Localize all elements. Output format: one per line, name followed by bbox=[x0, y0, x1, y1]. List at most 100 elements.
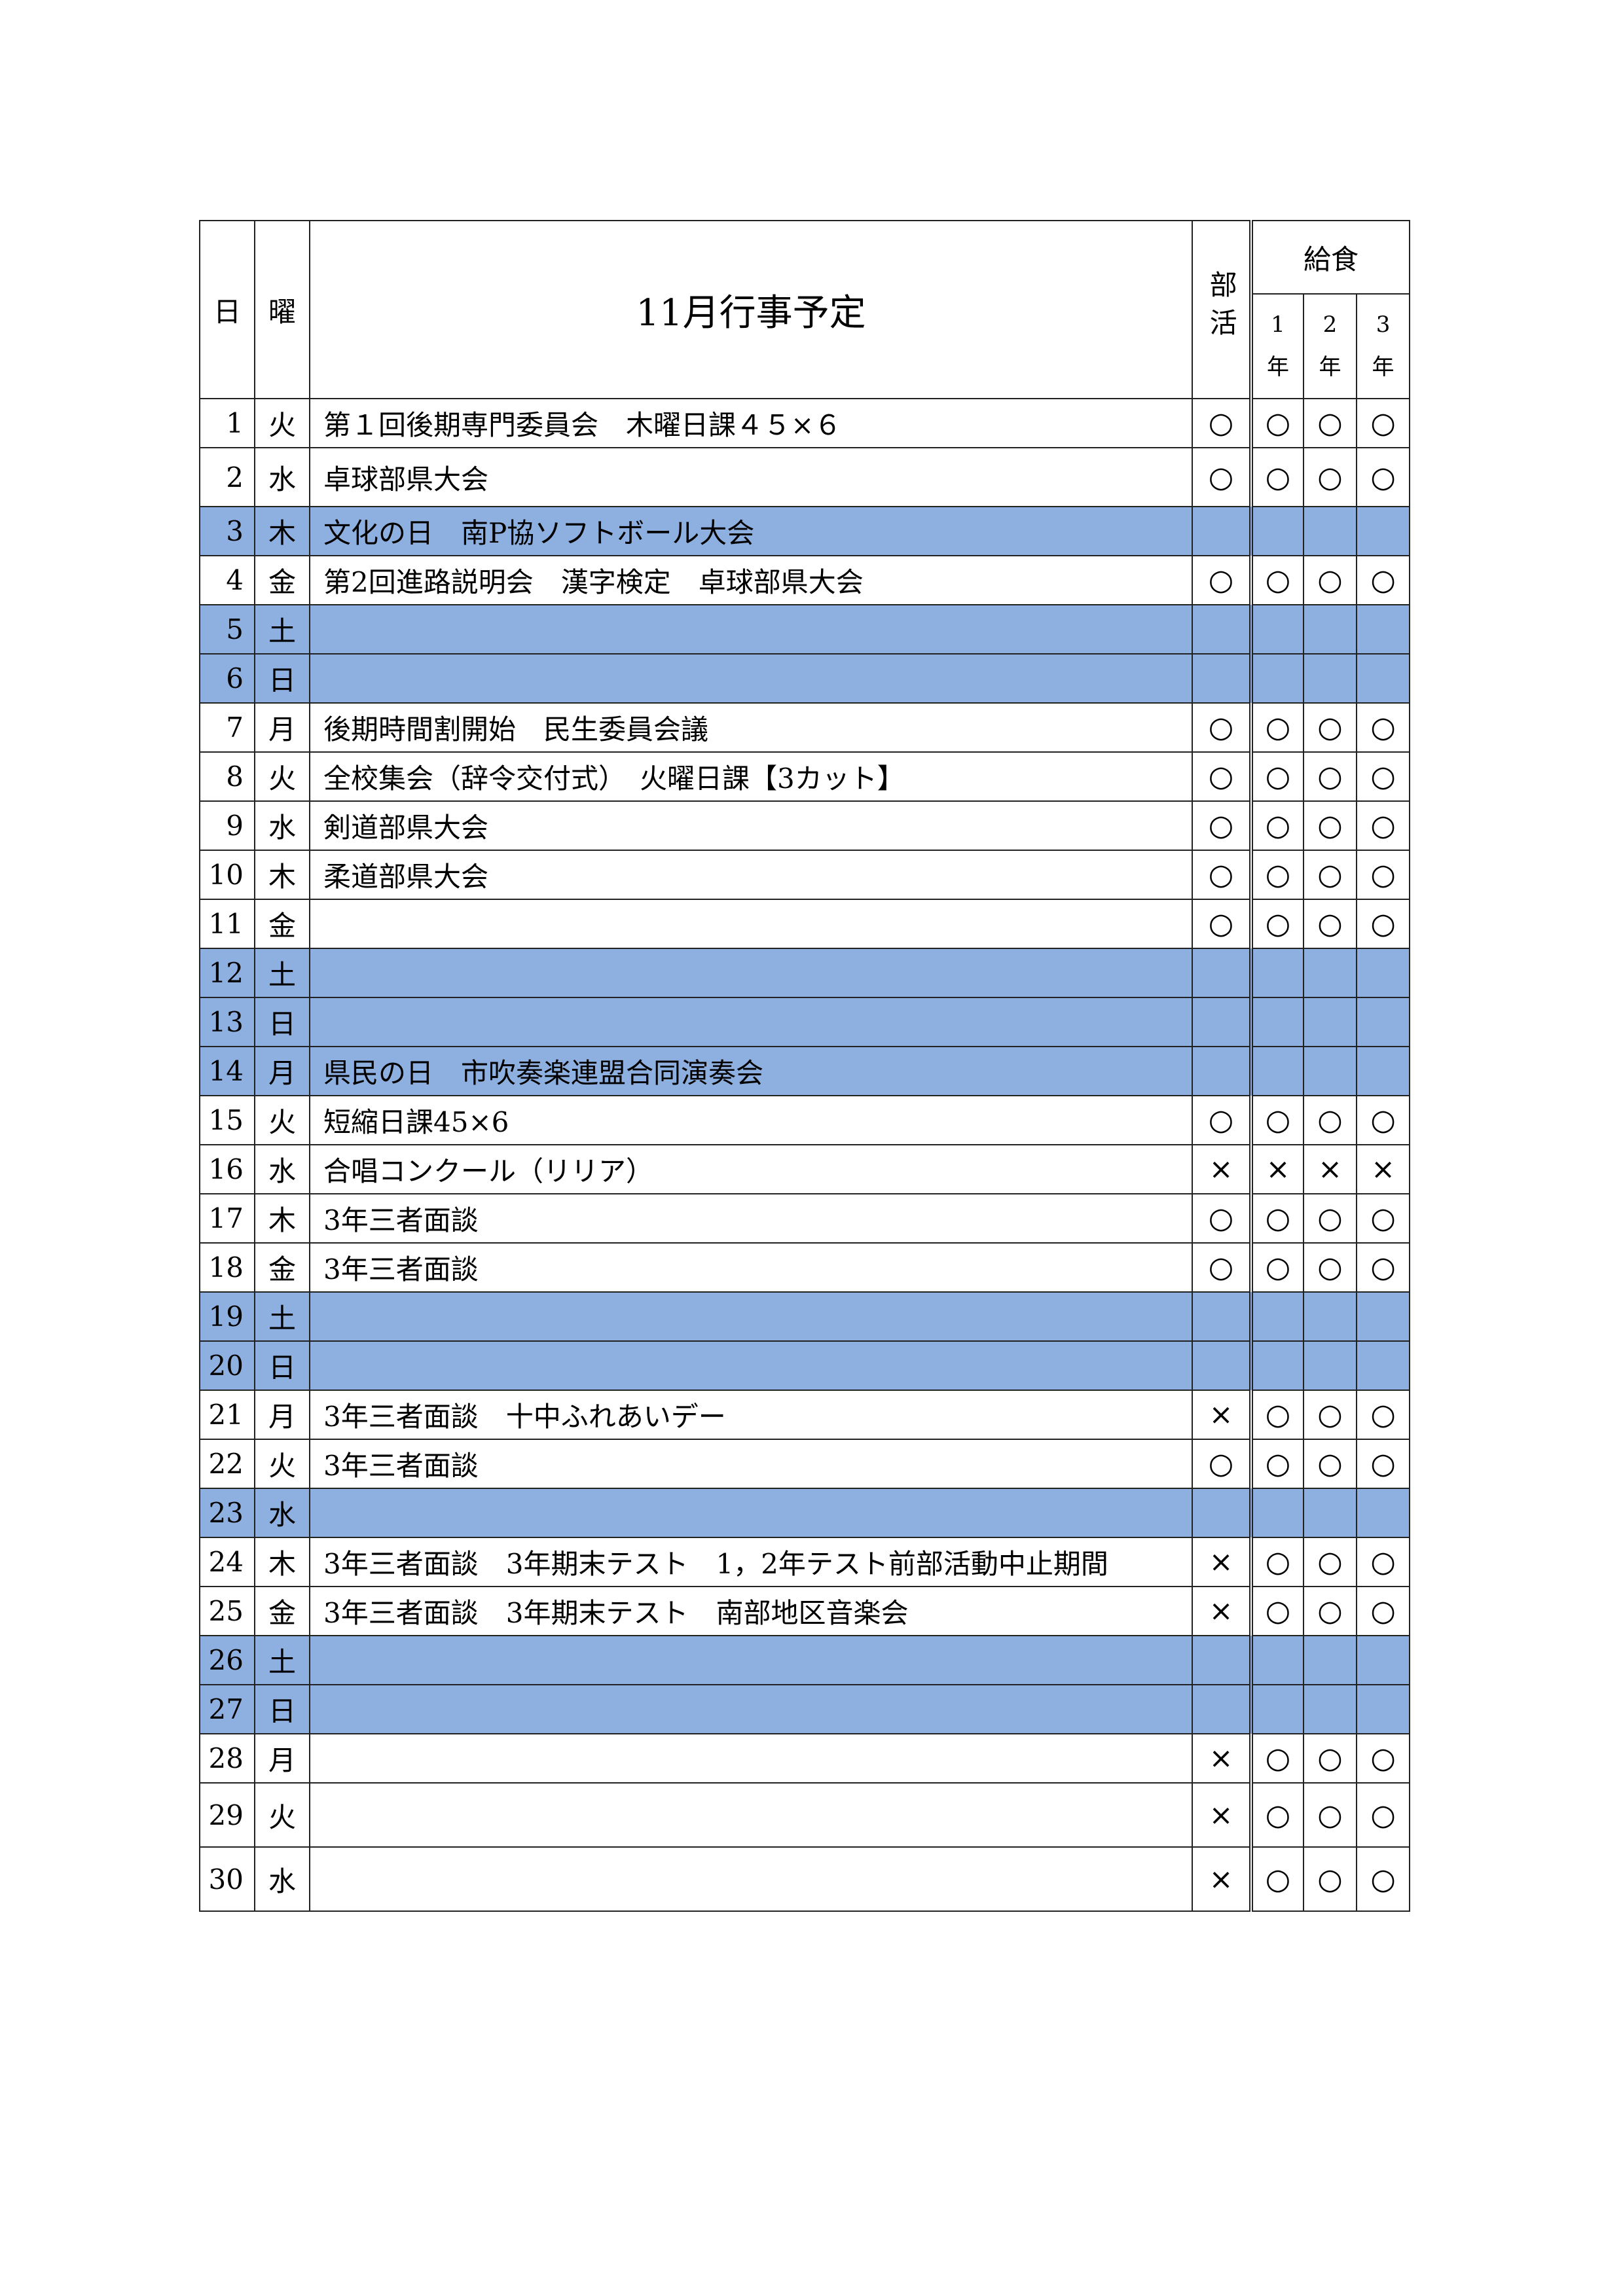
page-title: 11月行事予定 bbox=[309, 220, 1193, 399]
status-mark: ○ bbox=[1265, 1594, 1291, 1628]
lunch-grade-2-cell: ○ bbox=[1303, 1390, 1357, 1440]
lunch-grade-2-cell: ○ bbox=[1303, 1733, 1357, 1784]
club-activity-cell bbox=[1192, 948, 1253, 998]
event-cell bbox=[309, 1782, 1193, 1848]
status-mark: ○ bbox=[1317, 858, 1343, 891]
status-mark: ○ bbox=[1265, 711, 1291, 744]
lunch-grade-2-cell: ○ bbox=[1303, 1095, 1357, 1145]
status-mark: × bbox=[1209, 1742, 1233, 1775]
event-cell: 短縮日課45×6 bbox=[309, 1095, 1193, 1145]
table-row: 22 火 3年三者面談 ○ ○ ○ ○ bbox=[199, 1439, 1411, 1489]
lunch-grade-2-cell: ○ bbox=[1303, 398, 1357, 448]
lunch-grade-1-cell: ○ bbox=[1250, 1095, 1304, 1145]
day-cell: 8 bbox=[199, 751, 255, 802]
table-row: 14 月県民の日 市吹奏楽連盟合同演奏会 bbox=[199, 1046, 1411, 1096]
lunch-grade-2-cell bbox=[1303, 1635, 1357, 1685]
weekday-cell: 木 bbox=[254, 1193, 310, 1244]
status-mark: ○ bbox=[1265, 460, 1291, 494]
status-mark: ○ bbox=[1317, 1742, 1343, 1775]
weekday-cell: 火 bbox=[254, 1095, 310, 1145]
club-activity-cell: ○ bbox=[1192, 398, 1253, 448]
weekday-cell: 月 bbox=[254, 1046, 310, 1096]
weekday-column-header: 曜 bbox=[254, 220, 310, 399]
grade-number: 3 bbox=[1376, 312, 1391, 338]
lunch-grade-2-cell: ○ bbox=[1303, 447, 1357, 507]
status-mark: ○ bbox=[1208, 1447, 1234, 1480]
club-activity-cell bbox=[1192, 1046, 1253, 1096]
lunch-grade-1-cell: ○ bbox=[1250, 1537, 1304, 1587]
status-mark: ○ bbox=[1265, 564, 1291, 597]
status-mark: ○ bbox=[1317, 460, 1343, 494]
weekday-cell: 金 bbox=[254, 1586, 310, 1636]
table-row: 4 金第2回進路説明会 漢字検定 卓球部県大会 ○ ○ ○ ○ bbox=[199, 555, 1411, 605]
weekday-cell: 木 bbox=[254, 1537, 310, 1587]
status-mark: × bbox=[1209, 1545, 1233, 1579]
day-cell: 14 bbox=[199, 1046, 255, 1096]
lunch-grade-3-cell: ○ bbox=[1355, 850, 1411, 900]
weekday-cell: 月 bbox=[254, 1733, 310, 1784]
lunch-grade-1-cell: × bbox=[1250, 1144, 1304, 1194]
weekday-cell: 金 bbox=[254, 1242, 310, 1293]
status-mark: ○ bbox=[1370, 809, 1396, 842]
day-cell: 11 bbox=[199, 899, 255, 949]
day-cell: 1 bbox=[199, 398, 255, 448]
schedule-table: 日 曜 11月行事予定 部活 給食 1 年 2 年 3 年 1 火第１回後期専門委… bbox=[199, 220, 1411, 1912]
status-mark: × bbox=[1318, 1153, 1342, 1186]
weekday-cell: 金 bbox=[254, 555, 310, 605]
status-mark: × bbox=[1266, 1153, 1290, 1186]
lunch-grade-3-cell bbox=[1355, 1340, 1411, 1391]
day-cell: 10 bbox=[199, 850, 255, 900]
club-activity-cell: ○ bbox=[1192, 751, 1253, 802]
weekday-cell: 火 bbox=[254, 751, 310, 802]
day-cell: 4 bbox=[199, 555, 255, 605]
lunch-grade-3-cell: ○ bbox=[1355, 1846, 1411, 1912]
club-activity-cell: × bbox=[1192, 1144, 1253, 1194]
status-mark: ○ bbox=[1370, 1742, 1396, 1775]
status-mark: ○ bbox=[1265, 1398, 1291, 1431]
lunch-grade-2-cell bbox=[1303, 506, 1357, 556]
weekday-cell: 日 bbox=[254, 997, 310, 1047]
status-mark: ○ bbox=[1370, 1594, 1396, 1628]
status-mark: ○ bbox=[1265, 406, 1291, 440]
lunch-grade-3-cell bbox=[1355, 604, 1411, 655]
weekday-cell: 月 bbox=[254, 702, 310, 753]
weekday-cell: 土 bbox=[254, 1291, 310, 1342]
header-row-1: 日 曜 11月行事予定 部活 給食 bbox=[199, 220, 1411, 399]
lunch-grade-1-cell: ○ bbox=[1250, 1586, 1304, 1636]
club-activity-cell: × bbox=[1192, 1846, 1253, 1912]
lunch-grade-1-cell: ○ bbox=[1250, 1439, 1304, 1489]
day-cell: 13 bbox=[199, 997, 255, 1047]
day-cell: 22 bbox=[199, 1439, 255, 1489]
status-mark: ○ bbox=[1370, 760, 1396, 793]
event-cell bbox=[309, 899, 1193, 949]
lunch-grade-3-cell bbox=[1355, 948, 1411, 998]
status-mark: ○ bbox=[1370, 1862, 1396, 1896]
status-mark: × bbox=[1209, 1153, 1233, 1186]
status-mark: ○ bbox=[1265, 1103, 1291, 1137]
weekday-cell: 日 bbox=[254, 1340, 310, 1391]
club-activity-cell bbox=[1192, 604, 1253, 655]
status-mark: ○ bbox=[1370, 1447, 1396, 1480]
table-row: 3 木文化の日 南P協ソフトボール大会 bbox=[199, 506, 1411, 556]
club-label: 部活 bbox=[1205, 270, 1238, 346]
table-row: 9 水剣道部県大会 ○ ○ ○ ○ bbox=[199, 800, 1411, 851]
status-mark: ○ bbox=[1208, 406, 1234, 440]
lunch-grade-1-cell: ○ bbox=[1250, 447, 1304, 507]
club-activity-cell: ○ bbox=[1192, 850, 1253, 900]
status-mark: × bbox=[1209, 1398, 1233, 1431]
lunch-grade-3-cell: ○ bbox=[1355, 899, 1411, 949]
lunch-grade-3-cell bbox=[1355, 1291, 1411, 1342]
event-cell bbox=[309, 1635, 1193, 1685]
club-activity-cell: × bbox=[1192, 1537, 1253, 1587]
table-row: 30 水 × ○ ○ ○ bbox=[199, 1846, 1411, 1912]
lunch-grade-1-cell: ○ bbox=[1250, 555, 1304, 605]
lunch-grade-1-cell: ○ bbox=[1250, 1782, 1304, 1848]
club-activity-cell bbox=[1192, 997, 1253, 1047]
day-cell: 23 bbox=[199, 1488, 255, 1538]
event-cell: 第１回後期専門委員会 木曜日課４５×６ bbox=[309, 398, 1193, 448]
weekday-cell: 土 bbox=[254, 604, 310, 655]
status-mark: × bbox=[1209, 1798, 1233, 1832]
lunch-grade-3-cell: ○ bbox=[1355, 1390, 1411, 1440]
event-cell: 3年三者面談 bbox=[309, 1193, 1193, 1244]
grade-suffix: 年 bbox=[1372, 354, 1395, 380]
